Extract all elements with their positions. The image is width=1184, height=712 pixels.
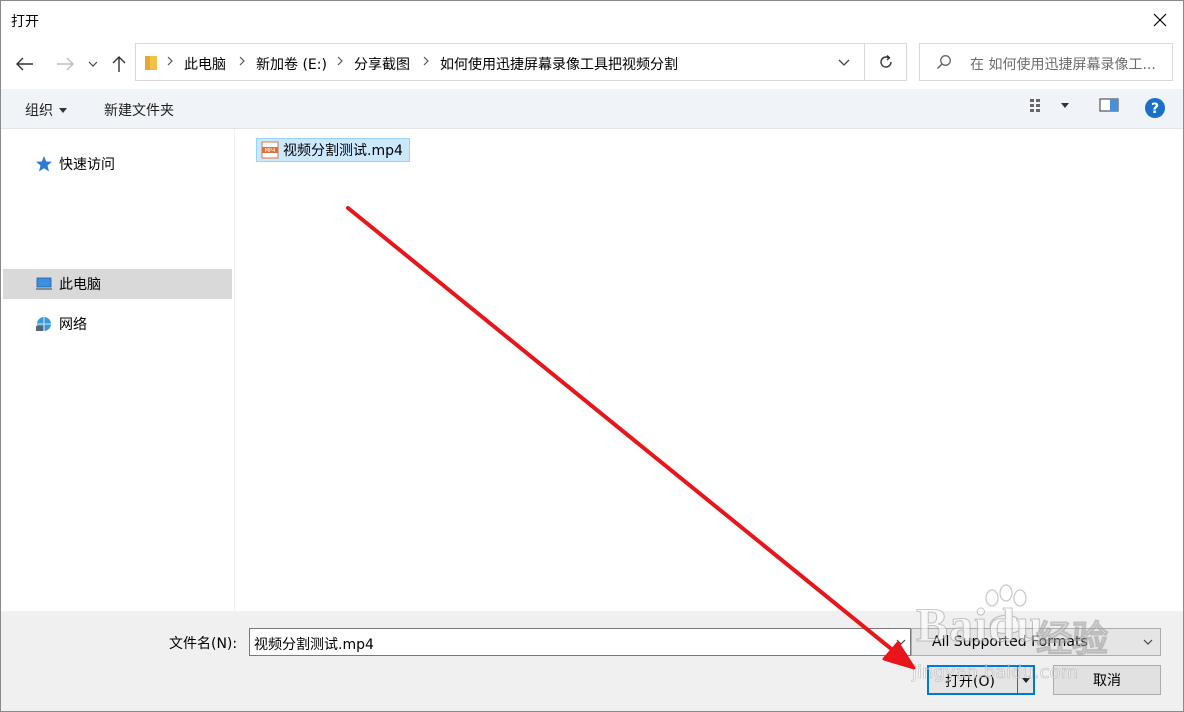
- command-bar: 组织 新建文件夹 ?: [1, 89, 1183, 129]
- file-type-select[interactable]: All Supported Formats: [911, 628, 1161, 656]
- search-placeholder: 在 如何使用迅捷屏幕录像工...: [970, 57, 1156, 73]
- breadcrumb-current-folder[interactable]: 如何使用迅捷屏幕录像工具把视频分割: [440, 54, 678, 74]
- chevron-right-icon: [423, 56, 429, 66]
- file-item[interactable]: MP4 视频分割测试.mp4: [256, 138, 410, 162]
- new-folder-button[interactable]: 新建文件夹: [104, 100, 174, 120]
- star-icon: [35, 155, 53, 173]
- dialog-title: 打开: [11, 14, 39, 30]
- breadcrumb-this-pc[interactable]: 此电脑: [184, 54, 226, 74]
- refresh-button[interactable]: [865, 43, 907, 81]
- sidebar-item-network[interactable]: 网络: [3, 309, 232, 339]
- sidebar-item-label: 此电脑: [59, 277, 101, 293]
- sidebar-item-label: 网络: [59, 317, 87, 333]
- filename-input[interactable]: 视频分割测试.mp4: [249, 628, 911, 656]
- sidebar-item-this-pc[interactable]: 此电脑: [3, 269, 232, 299]
- file-type-dropdown[interactable]: [1140, 629, 1156, 655]
- chevron-right-icon: [337, 56, 343, 66]
- computer-icon: [35, 275, 53, 293]
- sidebar-item-quick-access[interactable]: 快速访问: [3, 149, 232, 179]
- view-options-button[interactable]: [1029, 97, 1069, 113]
- search-box[interactable]: 在 如何使用迅捷屏幕录像工...: [919, 43, 1173, 81]
- chevron-down-icon: [88, 61, 98, 67]
- arrow-up-icon: [112, 56, 126, 72]
- open-button-label: 打开(O): [945, 674, 995, 690]
- recent-locations-button[interactable]: [83, 53, 103, 75]
- details-view-icon: [1030, 99, 1040, 112]
- forward-button[interactable]: [53, 53, 77, 75]
- split-divider: [1017, 667, 1018, 693]
- search-icon: [936, 55, 951, 70]
- svg-text:MP4: MP4: [265, 148, 276, 154]
- filename-value: 视频分割测试.mp4: [254, 637, 374, 653]
- folder-icon: [145, 56, 157, 70]
- up-button[interactable]: [107, 53, 131, 75]
- chevron-right-icon: [167, 56, 173, 66]
- caret-down-icon: [1022, 677, 1030, 683]
- navigation-pane: 快速访问 此电脑 网络: [1, 129, 235, 611]
- arrow-right-icon: [57, 57, 74, 71]
- file-name: 视频分割测试.mp4: [283, 143, 403, 159]
- caret-down-icon: [59, 107, 67, 113]
- open-file-dialog: 打开 此电脑 新加卷 (E:) 分享截图 如何使用迅捷屏幕录像工具把视频分割 在…: [0, 0, 1184, 712]
- close-button[interactable]: [1137, 1, 1183, 39]
- organize-menu-button[interactable]: 组织: [25, 100, 67, 120]
- network-icon: [35, 315, 53, 333]
- address-history-dropdown[interactable]: [824, 44, 864, 80]
- preview-pane-icon: [1099, 98, 1119, 112]
- arrow-left-icon: [16, 57, 33, 71]
- caret-down-icon: [1061, 102, 1069, 108]
- chevron-right-icon: [239, 56, 245, 66]
- file-type-value: All Supported Formats: [932, 634, 1088, 650]
- close-icon: [1153, 13, 1167, 27]
- svg-text:?: ?: [1151, 101, 1159, 117]
- preview-pane-button[interactable]: [1099, 97, 1119, 113]
- filename-history-dropdown[interactable]: [892, 629, 910, 655]
- file-list: MP4 视频分割测试.mp4: [236, 129, 1183, 611]
- chevron-down-icon: [838, 59, 850, 66]
- chevron-down-icon: [1143, 639, 1153, 645]
- back-button[interactable]: [13, 53, 37, 75]
- dialog-footer: 文件名(N): 视频分割测试.mp4 All Supported Formats…: [1, 611, 1183, 711]
- breadcrumb-share-screenshots[interactable]: 分享截图: [354, 54, 410, 74]
- organize-label: 组织: [25, 103, 53, 119]
- navigation-bar: 此电脑 新加卷 (E:) 分享截图 如何使用迅捷屏幕录像工具把视频分割 在 如何…: [1, 39, 1183, 89]
- help-icon: ?: [1145, 98, 1165, 118]
- cancel-button[interactable]: 取消: [1053, 665, 1161, 695]
- open-button[interactable]: 打开(O): [927, 665, 1035, 695]
- address-bar[interactable]: 此电脑 新加卷 (E:) 分享截图 如何使用迅捷屏幕录像工具把视频分割: [135, 43, 865, 81]
- refresh-icon: [879, 54, 892, 68]
- help-button[interactable]: ?: [1144, 97, 1166, 119]
- title-bar: 打开: [1, 1, 1183, 39]
- breadcrumb-drive[interactable]: 新加卷 (E:): [256, 54, 327, 74]
- sidebar-item-label: 快速访问: [59, 157, 115, 173]
- filename-label: 文件名(N):: [169, 636, 238, 652]
- open-options-dropdown[interactable]: [1019, 667, 1033, 693]
- mp4-file-icon: MP4: [261, 141, 279, 159]
- chevron-down-icon: [896, 639, 906, 645]
